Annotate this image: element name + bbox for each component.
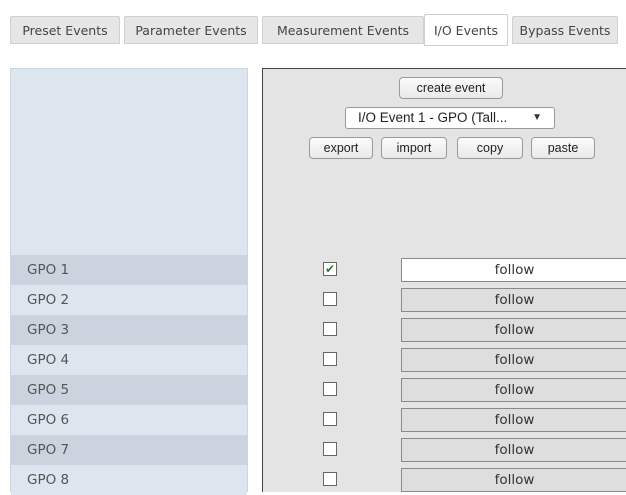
gpo-mode-field[interactable]: follow [401, 258, 626, 282]
gpo-label: GPO 3 [11, 315, 247, 345]
paste-button[interactable]: paste [531, 137, 595, 159]
gpo-mode-field[interactable]: follow [401, 438, 626, 462]
gpo-enable-checkbox[interactable] [323, 382, 337, 396]
left-panel-header [11, 69, 247, 255]
gpo-event-row: follow [263, 405, 626, 435]
gpo-mode-field[interactable]: follow [401, 288, 626, 312]
gpo-event-row: follow [263, 345, 626, 375]
gpo-enable-checkbox[interactable] [323, 472, 337, 486]
gpo-label: GPO 6 [11, 405, 247, 435]
gpo-mode-field[interactable]: follow [401, 468, 626, 492]
tab-bar: Preset Events Parameter Events Measureme… [10, 10, 626, 46]
gpo-event-row: ✔ follow [263, 255, 626, 285]
gpo-mode-field[interactable]: follow [401, 378, 626, 402]
gpo-label: GPO 8 [11, 465, 247, 495]
gpo-event-row: follow [263, 375, 626, 405]
gpo-mode-field[interactable]: follow [401, 318, 626, 342]
gpo-label: GPO 1 [11, 255, 247, 285]
export-button[interactable]: export [309, 137, 373, 159]
tab-bypass-events[interactable]: Bypass Events [512, 16, 618, 44]
gpo-event-row: follow [263, 285, 626, 315]
import-button[interactable]: import [381, 137, 447, 159]
gpo-label: GPO 2 [11, 285, 247, 315]
create-event-button[interactable]: create event [399, 77, 503, 99]
event-select-value: I/O Event 1 - GPO (Tall... [358, 110, 508, 125]
gpo-enable-checkbox[interactable]: ✔ [323, 262, 337, 276]
copy-button[interactable]: copy [457, 137, 523, 159]
gpo-mode-field[interactable]: follow [401, 408, 626, 432]
tab-measurement-events[interactable]: Measurement Events [262, 16, 424, 44]
tab-io-events[interactable]: I/O Events [424, 14, 508, 46]
gpo-label: GPO 4 [11, 345, 247, 375]
gpo-label: GPO 5 [11, 375, 247, 405]
gpo-enable-checkbox[interactable] [323, 352, 337, 366]
gpo-enable-checkbox[interactable] [323, 322, 337, 336]
gpo-label-panel: GPO 1 GPO 2 GPO 3 GPO 4 GPO 5 GPO 6 GPO … [10, 68, 248, 495]
gpo-enable-checkbox[interactable] [323, 292, 337, 306]
event-select[interactable]: I/O Event 1 - GPO (Tall... ▼ [345, 107, 555, 129]
gpo-mode-field[interactable]: follow [401, 348, 626, 372]
gpo-enable-checkbox[interactable] [323, 442, 337, 456]
tab-preset-events[interactable]: Preset Events [10, 16, 120, 44]
gpo-label: GPO 7 [11, 435, 247, 465]
gpo-enable-checkbox[interactable] [323, 412, 337, 426]
tab-parameter-events[interactable]: Parameter Events [124, 16, 258, 44]
chevron-down-icon: ▼ [532, 112, 542, 123]
gpo-event-row: follow [263, 435, 626, 465]
gpo-event-row: follow [263, 465, 626, 495]
event-panel: create event I/O Event 1 - GPO (Tall... … [262, 68, 626, 492]
gpo-event-row: follow [263, 315, 626, 345]
